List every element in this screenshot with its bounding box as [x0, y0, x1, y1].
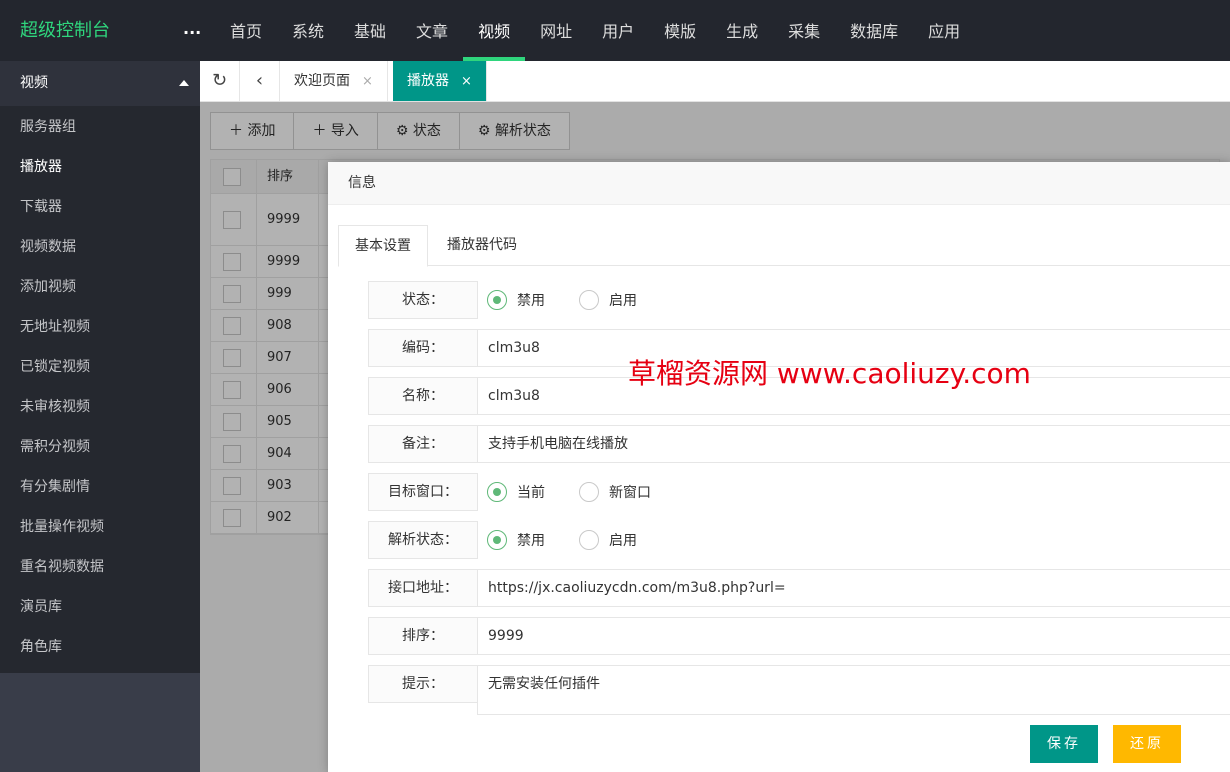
radio-checked-icon: [487, 530, 507, 550]
parse-status-row: 解析状态： 禁用 启用: [368, 521, 1230, 559]
status-label: 状态：: [368, 281, 478, 319]
info-modal: 信息 基本设置 播放器代码 状态： 禁用 启用 编码： clm3u8 名称： c…: [328, 162, 1230, 772]
close-icon[interactable]: ×: [461, 74, 472, 89]
reset-button[interactable]: 还原: [1113, 725, 1181, 763]
radio-checked-icon: [487, 290, 507, 310]
code-label: 编码：: [368, 329, 478, 367]
sidebar-item-server-group[interactable]: 服务器组: [0, 107, 200, 147]
nav-basic[interactable]: 基础: [339, 0, 401, 61]
note-input[interactable]: 支持手机电脑在线播放: [477, 425, 1230, 463]
modal-title: 信息: [328, 162, 1230, 205]
sidebar-item-actors[interactable]: 演员库: [0, 587, 200, 627]
nav-template[interactable]: 模版: [649, 0, 711, 61]
radio-label: 当前: [517, 485, 545, 501]
parse-disabled-radio[interactable]: 禁用: [487, 530, 545, 550]
radio-checked-icon: [487, 482, 507, 502]
target-current-radio[interactable]: 当前: [487, 482, 545, 502]
target-window-label: 目标窗口：: [368, 473, 478, 511]
status-disabled-radio[interactable]: 禁用: [487, 290, 545, 310]
sidebar-item-downloader[interactable]: 下载器: [0, 187, 200, 227]
save-button[interactable]: 保存: [1030, 725, 1098, 763]
tab-welcome[interactable]: 欢迎页面 ×: [280, 61, 388, 101]
nav-article[interactable]: 文章: [401, 0, 463, 61]
sidebar-item-no-url-video[interactable]: 无地址视频: [0, 307, 200, 347]
close-icon[interactable]: ×: [362, 74, 373, 89]
radio-label: 启用: [609, 293, 637, 309]
nav-generate[interactable]: 生成: [711, 0, 773, 61]
status-enabled-radio[interactable]: 启用: [579, 290, 637, 310]
target-new-window-radio[interactable]: 新窗口: [579, 482, 651, 502]
sort-label: 排序：: [368, 617, 478, 655]
sidebar-item-points-video[interactable]: 需积分视频: [0, 427, 200, 467]
sidebar-item-unreviewed-video[interactable]: 未审核视频: [0, 387, 200, 427]
nav-database[interactable]: 数据库: [835, 0, 913, 61]
tip-row: 提示： 无需安装任何插件: [368, 665, 1230, 715]
radio-unchecked-icon: [579, 290, 599, 310]
tip-textarea[interactable]: 无需安装任何插件: [477, 665, 1230, 715]
radio-label: 启用: [609, 533, 637, 549]
sidebar-item-locked-video[interactable]: 已锁定视频: [0, 347, 200, 387]
parse-status-label: 解析状态：: [368, 521, 478, 559]
nav-url[interactable]: 网址: [525, 0, 587, 61]
radio-unchecked-icon: [579, 530, 599, 550]
nav-collect[interactable]: 采集: [773, 0, 835, 61]
tab-player-label: 播放器: [407, 73, 449, 89]
brand-title[interactable]: 超级控制台: [20, 0, 110, 61]
nav-home[interactable]: 首页: [215, 0, 277, 61]
api-url-label: 接口地址：: [368, 569, 478, 607]
target-window-row: 目标窗口： 当前 新窗口: [368, 473, 1230, 511]
note-label: 备注：: [368, 425, 478, 463]
nav-video[interactable]: 视频: [463, 0, 526, 61]
api-url-row: 接口地址： https://jx.caoliuzycdn.com/m3u8.ph…: [368, 569, 1230, 607]
refresh-icon[interactable]: ↻: [200, 61, 240, 101]
nav-apps[interactable]: 应用: [913, 0, 975, 61]
parse-radio-group: 禁用 启用: [487, 521, 671, 559]
parse-enabled-radio[interactable]: 启用: [579, 530, 637, 550]
name-label: 名称：: [368, 377, 478, 415]
tab-player[interactable]: 播放器 ×: [393, 61, 487, 101]
caret-up-icon: [179, 80, 189, 86]
radio-label: 新窗口: [609, 485, 651, 501]
sidebar-item-add-video[interactable]: 添加视频: [0, 267, 200, 307]
tab-welcome-label: 欢迎页面: [294, 73, 350, 89]
status-radio-group: 禁用 启用: [487, 281, 671, 319]
sort-row: 排序： 9999: [368, 617, 1230, 655]
sidebar: 视频 服务器组 播放器 下载器 视频数据 添加视频 无地址视频 已锁定视频 未审…: [0, 61, 200, 772]
watermark-text: 草榴资源网 www.caoliuzy.com: [628, 357, 1031, 390]
radio-label: 禁用: [517, 533, 545, 549]
sidebar-item-video-data[interactable]: 视频数据: [0, 227, 200, 267]
status-row: 状态： 禁用 启用: [368, 281, 1230, 319]
top-header: 超级控制台 ... 首页 系统 基础 文章 视频 网址 用户 模版 生成 采集 …: [0, 0, 1230, 61]
target-radio-group: 当前 新窗口: [487, 473, 685, 511]
radio-unchecked-icon: [579, 482, 599, 502]
modal-tabs: 基本设置 播放器代码: [338, 225, 1230, 267]
sidebar-item-batch-video[interactable]: 批量操作视频: [0, 507, 200, 547]
sidebar-group-label: 视频: [20, 75, 48, 91]
sidebar-list: 服务器组 播放器 下载器 视频数据 添加视频 无地址视频 已锁定视频 未审核视频…: [0, 106, 200, 673]
page-tabs-bar: ↻ ‹ 欢迎页面 × 播放器 ×: [200, 61, 1230, 102]
sidebar-item-roles[interactable]: 角色库: [0, 627, 200, 667]
sidebar-item-player[interactable]: 播放器: [0, 147, 200, 187]
api-url-input[interactable]: https://jx.caoliuzycdn.com/m3u8.php?url=: [477, 569, 1230, 607]
tip-label: 提示：: [368, 665, 478, 703]
more-menu-icon[interactable]: ...: [183, 0, 201, 61]
sidebar-item-duplicate-video[interactable]: 重名视频数据: [0, 547, 200, 587]
chevron-left-icon[interactable]: ‹: [240, 61, 280, 101]
tab-basic-settings[interactable]: 基本设置: [338, 225, 428, 267]
tab-player-code[interactable]: 播放器代码: [431, 225, 533, 266]
sort-input[interactable]: 9999: [477, 617, 1230, 655]
note-row: 备注： 支持手机电脑在线播放: [368, 425, 1230, 463]
top-nav: 首页 系统 基础 文章 视频 网址 用户 模版 生成 采集 数据库 应用: [215, 0, 975, 61]
sidebar-group-video[interactable]: 视频: [0, 61, 200, 106]
nav-user[interactable]: 用户: [587, 0, 649, 61]
nav-system[interactable]: 系统: [277, 0, 339, 61]
sidebar-item-episode-plot[interactable]: 有分集剧情: [0, 467, 200, 507]
radio-label: 禁用: [517, 293, 545, 309]
